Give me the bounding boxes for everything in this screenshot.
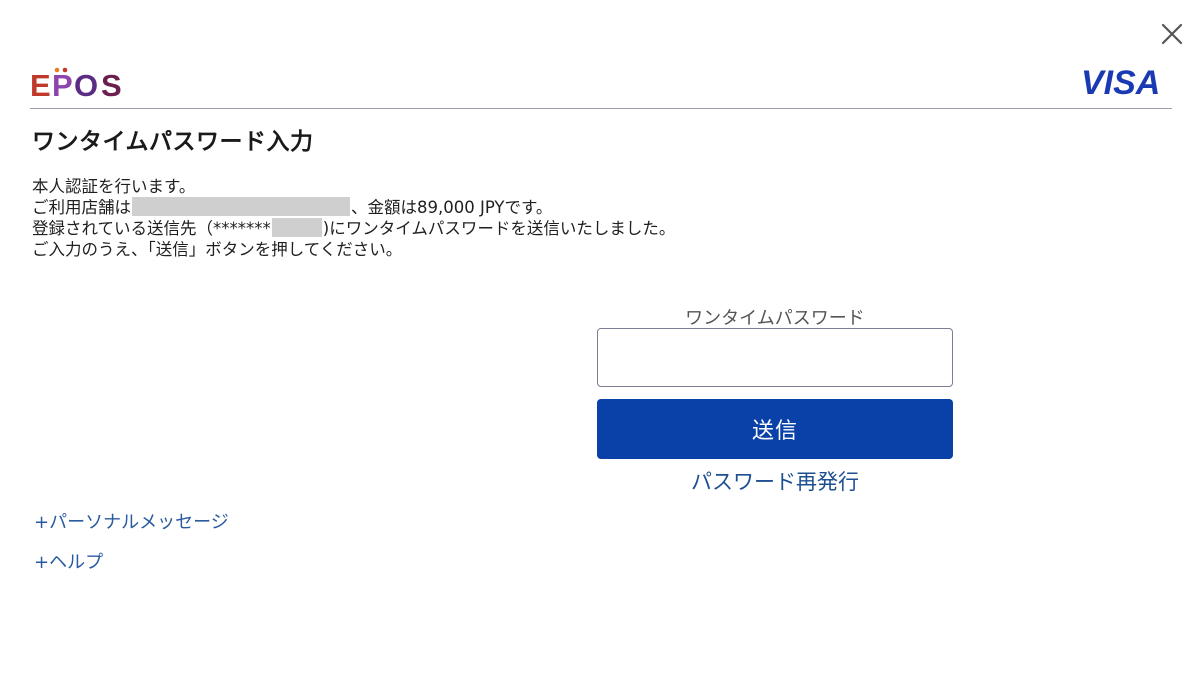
help-toggle[interactable]: +ヘルプ (34, 548, 103, 574)
message-line-1: 本人認証を行います。 (32, 177, 196, 196)
destination-prefix: 登録されている送信先（******* (32, 219, 271, 238)
resend-password-link[interactable]: パスワード再発行 (597, 466, 953, 496)
message-line-4: ご入力のうえ、「送信」ボタンを押してください。 (32, 240, 403, 259)
svg-text:S: S (101, 68, 122, 102)
page-title: ワンタイムパスワード入力 (32, 129, 314, 155)
otp-label: ワンタイムパスワード (685, 308, 865, 329)
otp-authentication-page: E P O S VISA ワンタイムパスワード入力 本人認証を行います。 ご利用… (0, 0, 1200, 681)
amount-text: 、金額は89,000 JPYです。 (351, 198, 553, 217)
redacted-destination (271, 218, 322, 237)
svg-text:E: E (30, 68, 51, 102)
svg-text:VISA: VISA (1081, 64, 1160, 98)
authentication-message: 本人認証を行います。 ご利用店舗は 、金額は89,000 JPYです。 登録されて… (32, 176, 675, 260)
close-icon (1161, 23, 1183, 45)
sent-text: )にワンタイムパスワードを送信いたしました。 (322, 219, 676, 238)
redacted-store-name (132, 197, 350, 216)
submit-button[interactable]: 送信 (597, 399, 953, 459)
message-line-3: 登録されている送信先（******* )にワンタイムパスワードを送信いたしました。 (32, 218, 675, 239)
close-button[interactable] (1158, 20, 1186, 48)
message-line-2: ご利用店舗は 、金額は89,000 JPYです。 (32, 197, 675, 218)
otp-input[interactable] (597, 328, 953, 387)
svg-text:P: P (52, 68, 73, 102)
header-divider (30, 108, 1172, 109)
personal-message-toggle[interactable]: +パーソナルメッセージ (34, 508, 229, 534)
svg-text:O: O (74, 68, 98, 102)
visa-logo: VISA (1081, 64, 1160, 98)
store-prefix: ご利用店舗は (32, 198, 131, 217)
epos-logo: E P O S (30, 67, 122, 102)
